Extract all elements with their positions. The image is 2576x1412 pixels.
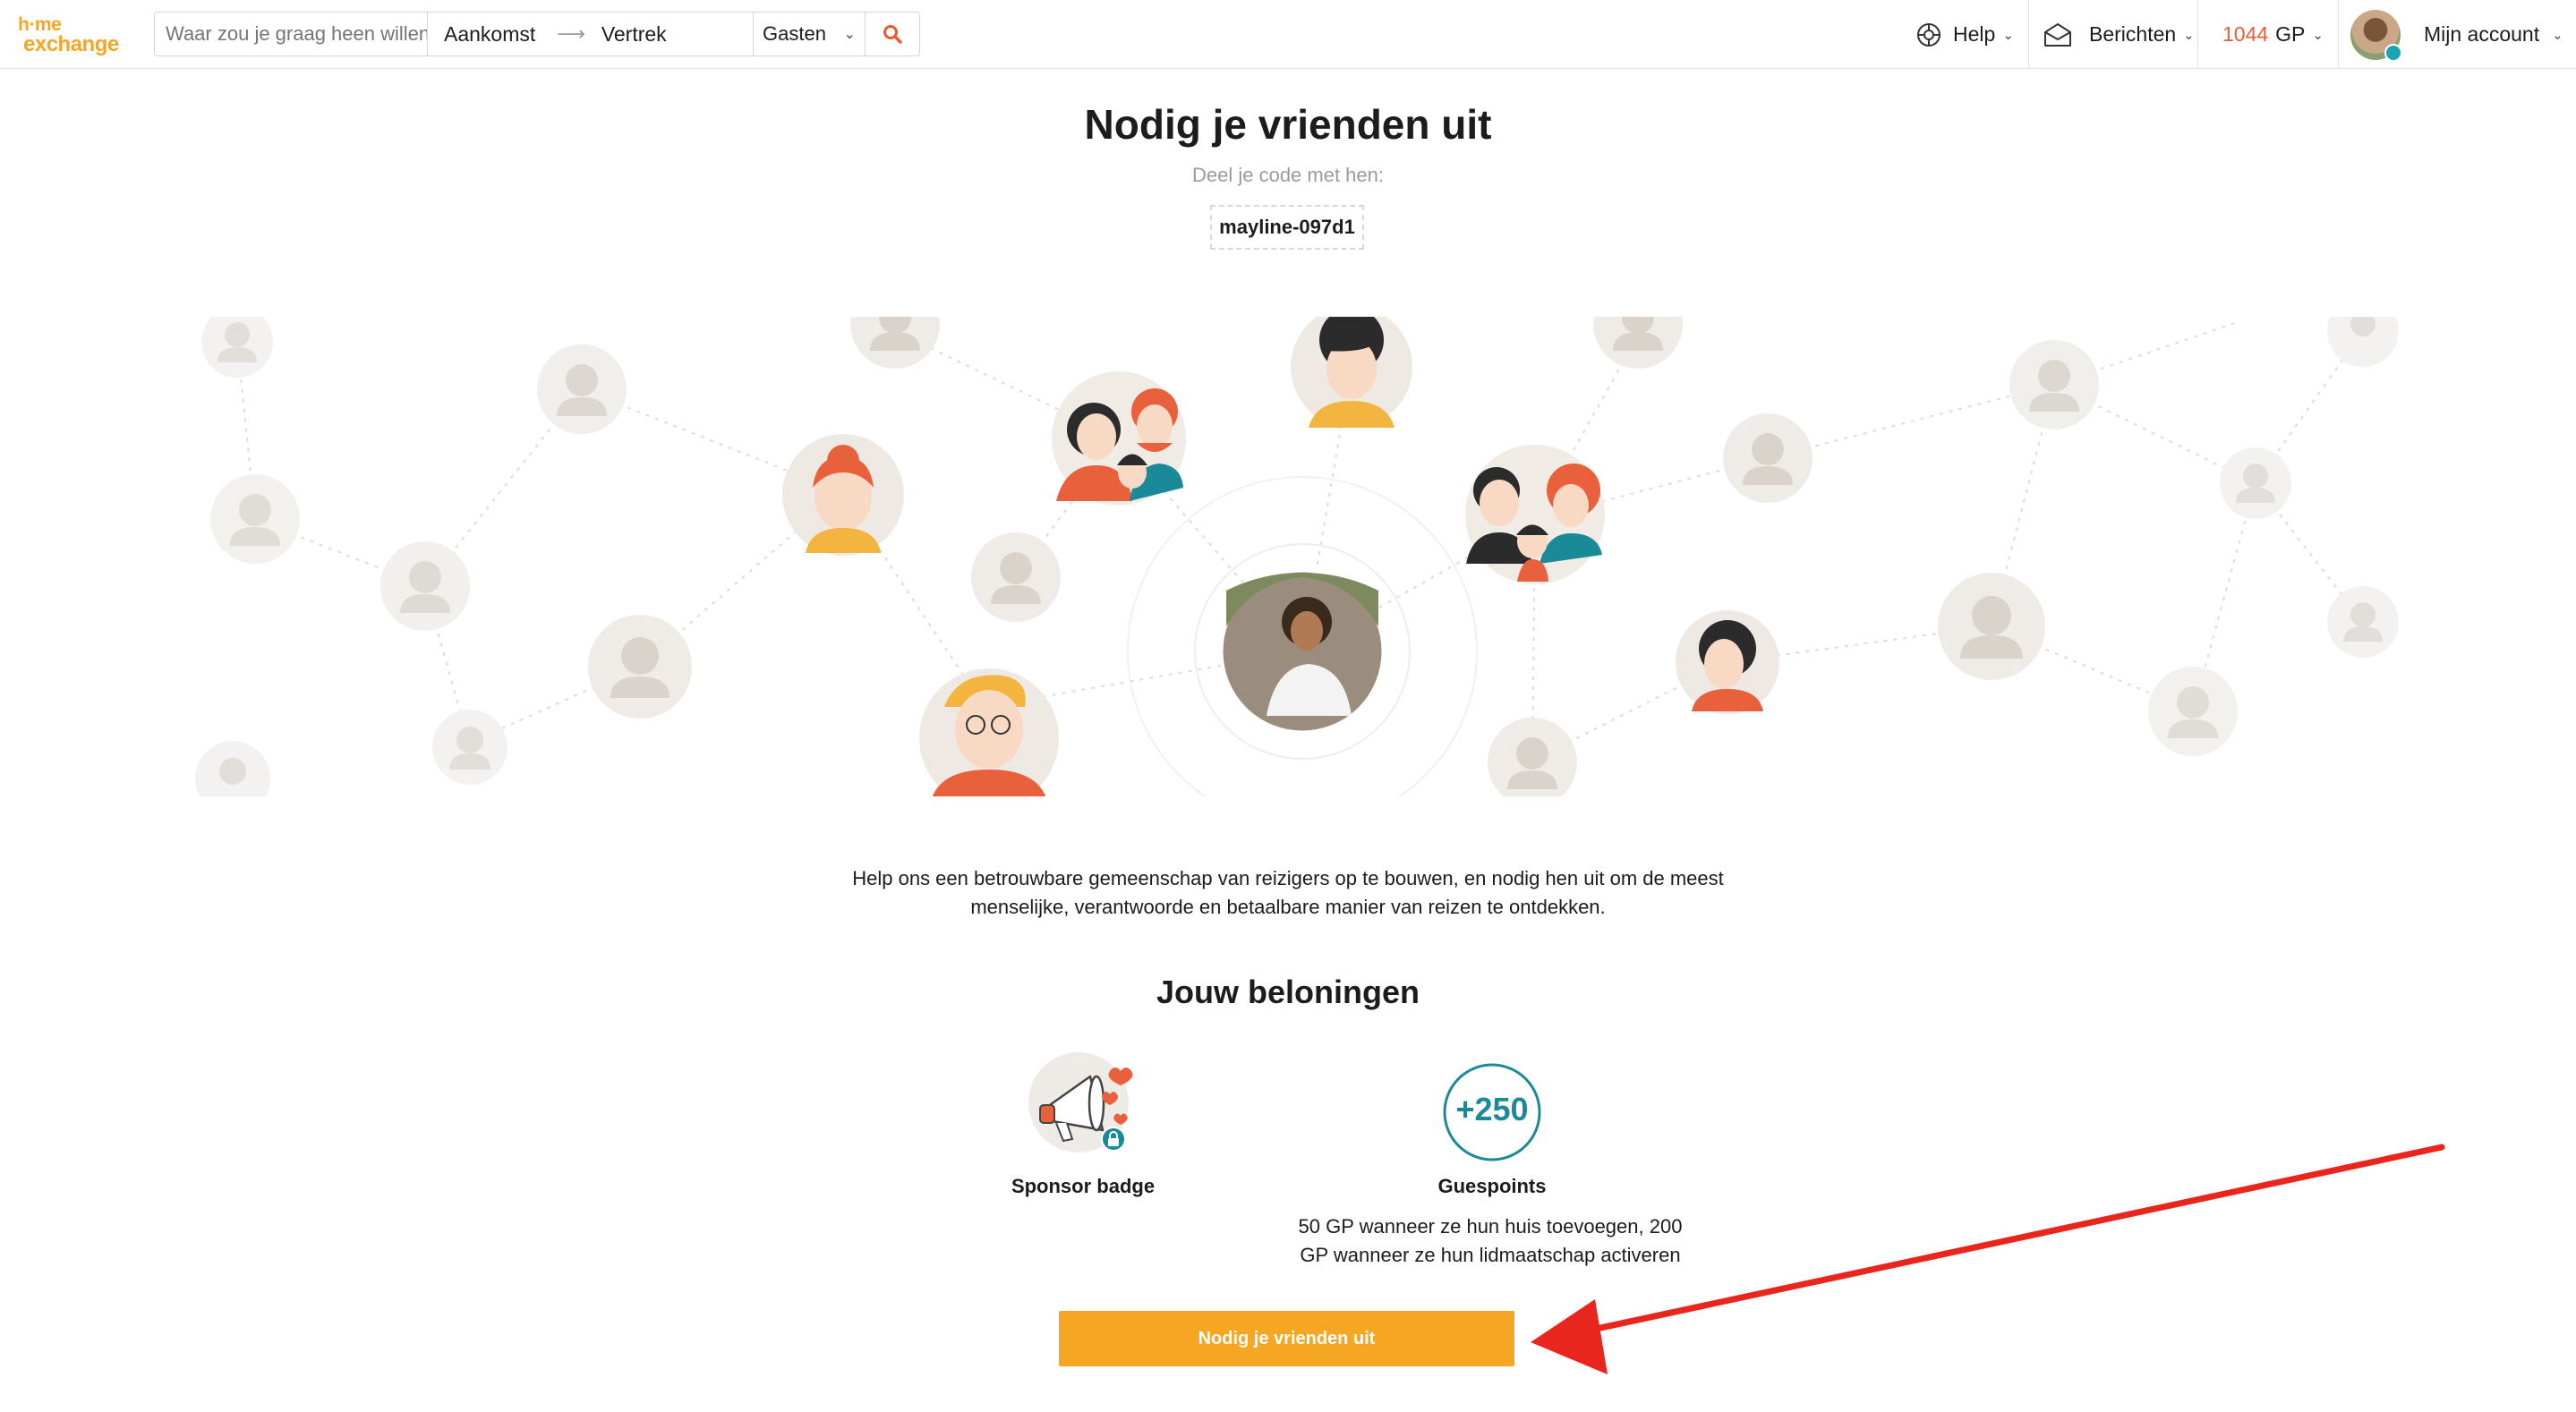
friend-illustration-family-1	[1052, 371, 1186, 506]
friend-illustration-family-2	[1465, 445, 1605, 584]
avatar	[2350, 9, 2402, 62]
chevron-down-icon: ⌄	[2312, 27, 2324, 43]
rewards-title: Jouw beloningen	[1156, 974, 1420, 1010]
referral-code-text: mayline-097d1	[1219, 216, 1355, 238]
share-code-label: Deel je code met hen:	[1191, 164, 1385, 186]
messages-envelope-icon	[2044, 22, 2071, 47]
guestpoints-label: Guespoints	[1437, 1175, 1547, 1197]
chevron-down-icon: ⌄	[2183, 27, 2195, 43]
friends-network-illustration	[195, 317, 2399, 796]
messages-label: Berichten	[2089, 22, 2177, 46]
guestpoints-desc-line-1: 50 GP wanneer ze hun huis toevoegen, 200	[1298, 1215, 1683, 1238]
intro-line-2: menselijke, verantwoorde en betaalbare m…	[970, 896, 1606, 918]
destination-field-wrapper	[155, 13, 428, 55]
chevron-down-icon: ⌄	[843, 27, 856, 42]
guests-label: Gasten	[763, 22, 826, 45]
chevron-down-icon: ⌄	[2002, 27, 2014, 43]
departure-date-label: Vertrek	[601, 21, 667, 46]
arrow-right-icon: ⟶	[557, 22, 585, 45]
megaphone-icon	[1028, 1052, 1133, 1153]
search-icon	[883, 25, 902, 44]
intro-line-1: Help ons een betrouwbare gemeenschap van…	[852, 867, 1724, 889]
gp-unit: GP	[2275, 22, 2306, 46]
help-menu[interactable]: Help ⌄	[1906, 0, 2029, 69]
logo-line-2: exchange	[23, 32, 119, 56]
referral-code[interactable]: mayline-097d1	[1210, 205, 1364, 250]
help-label: Help	[1953, 22, 1996, 46]
friend-illustration-man-curly	[1291, 317, 1412, 428]
page-title: Nodig je vrienden uit	[1084, 101, 1492, 148]
help-lifebuoy-icon	[1917, 22, 1941, 47]
destination-input[interactable]	[166, 22, 427, 46]
guestpoints-description: 50 GP wanneer ze hun huis toevoegen, 200…	[1280, 1212, 1701, 1270]
guestpoints-menu[interactable]: 1044 GP ⌄	[2199, 0, 2339, 69]
search-bar: Aankomst ⟶ Vertrek Gasten ⌄	[154, 12, 920, 56]
chevron-down-icon: ⌄	[2552, 27, 2563, 43]
search-button[interactable]	[866, 13, 919, 55]
top-navigation-bar: h·me exchange Aankomst ⟶ Vertrek Gasten …	[0, 0, 2576, 69]
date-range-field[interactable]: Aankomst ⟶ Vertrek	[428, 13, 754, 55]
guestpoints-desc-line-2: GP wanneer ze hun lidmaatschap activeren	[1300, 1244, 1681, 1266]
sponsor-badge-label: Sponsor badge	[1011, 1175, 1156, 1197]
account-label: Mijn account	[2424, 22, 2540, 46]
guestpoints-value: +250	[1455, 1091, 1529, 1127]
intro-paragraph: Help ons een betrouwbare gemeenschap van…	[0, 864, 2576, 922]
account-menu[interactable]: Mijn account ⌄	[2340, 0, 2576, 69]
user-placeholder-icon	[201, 317, 273, 378]
friend-illustration-man-glasses	[919, 668, 1059, 796]
messages-menu[interactable]: Berichten ⌄	[2030, 0, 2198, 69]
invite-friends-button[interactable]: Nodig je vrienden uit	[1059, 1311, 1514, 1366]
verified-check-icon	[2384, 43, 2402, 62]
guests-select[interactable]: Gasten ⌄	[754, 13, 866, 55]
user-profile-photo	[1220, 569, 1385, 734]
friend-illustration-woman-bob	[1676, 610, 1779, 714]
arrival-date-label: Aankomst	[444, 21, 536, 46]
gp-amount: 1044	[2222, 22, 2269, 46]
homeexchange-logo[interactable]: h·me exchange	[18, 14, 143, 56]
friend-illustration-woman-bun	[782, 434, 904, 556]
